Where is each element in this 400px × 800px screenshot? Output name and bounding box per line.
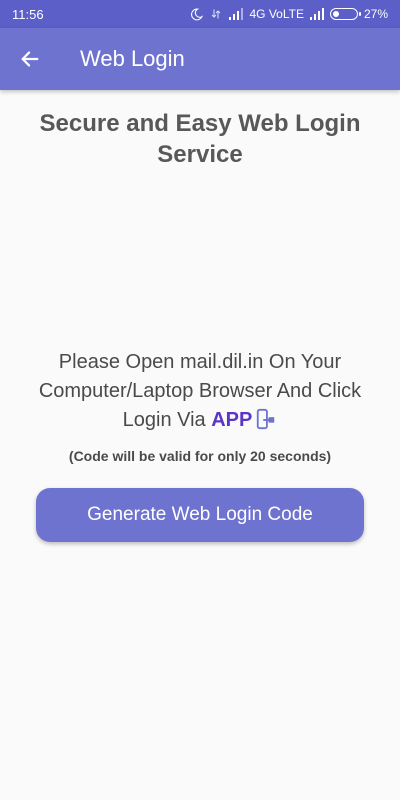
generate-code-button[interactable]: Generate Web Login Code [36,488,364,542]
battery-icon [329,8,361,20]
app-bar: Web Login [0,28,400,90]
status-left: 11:56 [12,7,44,22]
signal-icon [229,8,244,20]
headline: Secure and Easy Web Login Service [39,110,361,168]
phone-transfer-icon [255,408,277,439]
main-content: Secure and Easy Web Login Service Please… [0,90,400,800]
network-label: 4G VoLTE [249,7,304,21]
instruction-text: Please Open mail.dil.in On Your Computer… [38,351,362,431]
back-button[interactable] [0,28,60,90]
arrow-left-icon [21,51,39,67]
status-bar: 11:56 4G VoLTE 27% [0,0,400,28]
app-link: APP [211,409,253,431]
battery-percent: 27% [363,7,388,21]
page-title: Web Login [80,46,185,71]
signal-icon [309,8,324,20]
validity-note: (Code will be valid for only 20 seconds) [68,448,332,464]
instructions: Please Open mail.dil.in On Your Computer… [26,348,374,439]
moon-icon [189,7,203,21]
battery-fill [332,11,339,17]
data-arrows-icon [209,7,223,21]
status-right: 4G VoLTE 27% [189,7,388,21]
status-time: 11:56 [12,6,44,22]
